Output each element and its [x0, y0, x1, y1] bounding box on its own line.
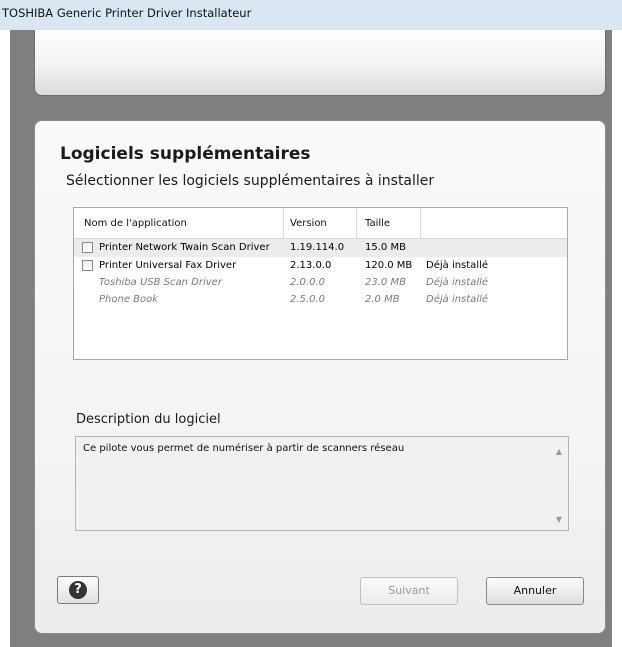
section-heading: Logiciels supplémentaires	[60, 144, 311, 164]
row-checkbox[interactable]	[82, 242, 93, 253]
column-header-name[interactable]: Nom de l'application	[84, 218, 187, 229]
row-name: Phone Book	[99, 294, 159, 305]
row-version: 2.13.0.0	[290, 260, 332, 271]
row-size: 2.0 MB	[365, 294, 400, 305]
next-button[interactable]: Suivant	[360, 577, 458, 605]
window-title: TOSHIBA Generic Printer Driver Installat…	[2, 6, 252, 20]
row-status: Déjà installé	[426, 277, 489, 288]
list-row[interactable]: Printer Network Twain Scan Driver 1.19.1…	[74, 239, 567, 257]
row-size: 23.0 MB	[365, 277, 406, 288]
list-row-child: Phone Book 2.5.0.0 2.0 MB Déjà installé	[74, 291, 567, 309]
column-separator	[356, 208, 357, 238]
description-textarea[interactable]: Ce pilote vous permet de numériser à par…	[75, 436, 569, 531]
row-size: 15.0 MB	[365, 242, 406, 253]
column-separator	[283, 208, 284, 238]
column-header-size[interactable]: Taille	[365, 218, 390, 229]
main-panel	[34, 120, 606, 634]
row-status: Déjà installé	[426, 260, 489, 271]
list-row[interactable]: Printer Universal Fax Driver 2.13.0.0 12…	[74, 257, 567, 275]
row-version: 1.19.114.0	[290, 242, 345, 253]
row-status: Déjà installé	[426, 294, 489, 305]
scroll-up-arrow-icon[interactable]: ▲	[556, 447, 562, 456]
row-name: Toshiba USB Scan Driver	[99, 277, 222, 288]
question-mark-icon: ?	[69, 581, 87, 599]
row-name: Printer Network Twain Scan Driver	[99, 242, 270, 253]
row-name: Printer Universal Fax Driver	[99, 260, 237, 271]
column-header-version[interactable]: Version	[290, 218, 327, 229]
description-text: Ce pilote vous permet de numériser à par…	[83, 443, 405, 454]
list-header: Nom de l'application Version Taille	[74, 208, 567, 239]
software-list[interactable]: Nom de l'application Version Taille Prin…	[73, 207, 568, 360]
help-button[interactable]: ?	[57, 576, 99, 604]
cancel-button[interactable]: Annuler	[486, 577, 584, 605]
title-bar: TOSHIBA Generic Printer Driver Installat…	[0, 0, 622, 30]
description-title: Description du logiciel	[76, 412, 221, 427]
top-banner-panel	[34, 30, 606, 96]
row-version: 2.0.0.0	[290, 277, 325, 288]
list-row-child: Toshiba USB Scan Driver 2.0.0.0 23.0 MB …	[74, 274, 567, 292]
section-subheading: Sélectionner les logiciels supplémentair…	[66, 173, 435, 189]
row-checkbox[interactable]	[82, 260, 93, 271]
row-version: 2.5.0.0	[290, 294, 325, 305]
row-size: 120.0 MB	[365, 260, 413, 271]
column-separator	[420, 208, 421, 238]
scroll-down-arrow-icon[interactable]: ▼	[556, 515, 562, 524]
